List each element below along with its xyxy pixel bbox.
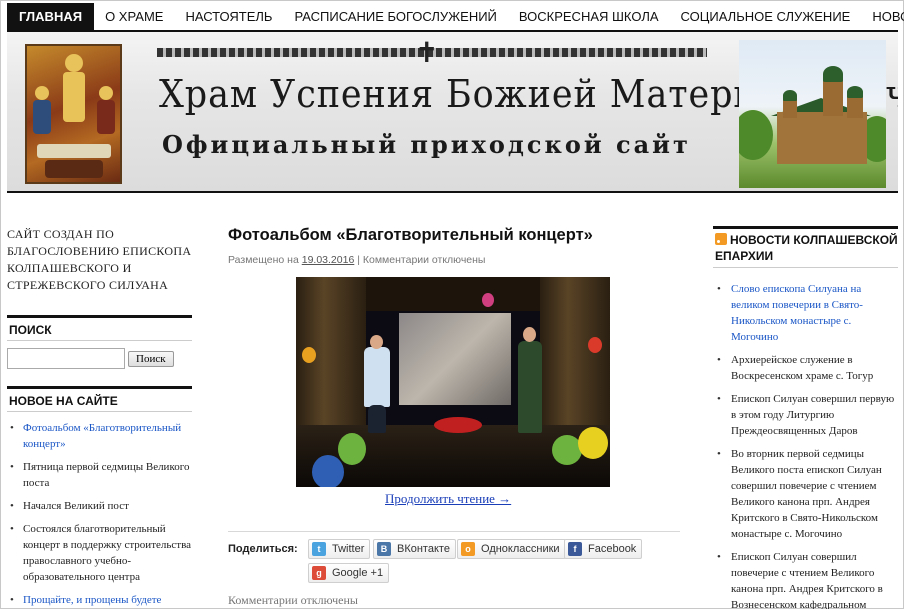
vk-icon: В <box>377 542 391 556</box>
share-vk-button[interactable]: В ВКонтакте <box>373 539 456 559</box>
meta-comments: Комментарии отключены <box>362 254 486 266</box>
cross-icon: ✝ <box>415 36 439 69</box>
balloon-shape <box>302 347 316 363</box>
tower-shape <box>823 80 843 116</box>
recent-post-link[interactable]: Прощайте, и прощены будете <box>7 592 192 608</box>
site-title: Храм Успения Божией Матери с. Бакчар <box>159 72 898 116</box>
left-sidebar: САЙТ СОЗДАН ПО БЛАГОСЛОВЕНИЮ ЕПИСКОПА КО… <box>7 226 192 609</box>
nav-item-about[interactable]: О ХРАМЕ <box>94 3 174 30</box>
post-meta: Размещено на 19.03.2016 | Комментарии от… <box>228 254 680 266</box>
nav-item-news[interactable]: НОВОСТИ <box>861 3 904 30</box>
share-google-button[interactable]: g Google +1 <box>308 563 390 583</box>
performer-head <box>370 335 383 349</box>
nav-item-sunday-school[interactable]: ВОСКРЕСНАЯ ШКОЛА <box>508 3 670 30</box>
share-twitter-button[interactable]: t Twitter <box>308 539 371 559</box>
figure-shape <box>45 160 103 178</box>
tree-shape <box>739 110 773 160</box>
recent-widget-title: НОВОЕ НА САЙТЕ <box>7 386 192 412</box>
halo-shape <box>35 86 49 100</box>
search-widget-title: ПОИСК <box>7 315 192 341</box>
share-label: Поделиться: <box>228 543 298 555</box>
share-vk-label: ВКонтакте <box>397 543 450 555</box>
concert-photo[interactable] <box>296 277 610 487</box>
halo-shape <box>65 54 83 72</box>
performer-head <box>523 327 536 342</box>
read-more-link[interactable]: Продолжить чтение → <box>385 491 511 507</box>
google-plus-icon: g <box>312 566 326 580</box>
figure-shape <box>63 72 85 122</box>
recent-post-link[interactable]: Начался Великий пост <box>7 498 192 514</box>
projection-screen <box>399 313 511 405</box>
recent-post-link[interactable]: Состоялся благотворительный концерт в по… <box>7 521 192 585</box>
nav-item-schedule[interactable]: РАСПИСАНИЕ БОГОСЛУЖЕНИЙ <box>283 3 507 30</box>
news-item-link[interactable]: Епископ Силуан совершил первую в этом го… <box>713 391 898 439</box>
right-sidebar: НОВОСТИ КОЛПАШЕВСКОЙ ЕПАРХИИ Слово еписк… <box>713 226 898 609</box>
figure-shape <box>33 100 51 134</box>
twitter-icon: t <box>312 542 326 556</box>
search-input[interactable] <box>7 348 125 369</box>
halo-shape <box>99 86 113 100</box>
news-widget-title-text: НОВОСТИ КОЛПАШЕВСКОЙ ЕПАРХИИ <box>715 233 898 263</box>
performer-shape <box>518 341 542 433</box>
balloon-shape <box>578 427 608 459</box>
curtain-shape <box>540 277 610 437</box>
news-item-link[interactable]: Во вторник первой седмицы Великого поста… <box>713 446 898 542</box>
performer-shape <box>368 405 386 433</box>
church-body-shape <box>777 112 867 164</box>
news-item-link[interactable]: Епископ Силуан совершил повечерие с чтен… <box>713 549 898 609</box>
post-title[interactable]: Фотоальбом «Благотворительный концерт» <box>228 226 680 245</box>
curtain-shape <box>366 277 540 311</box>
figure-shape <box>97 100 115 134</box>
dome-shape <box>847 86 863 98</box>
facebook-icon: f <box>568 542 582 556</box>
balloon-shape <box>588 337 602 353</box>
dome-shape <box>783 90 797 101</box>
tower-shape <box>783 100 797 118</box>
search-form: Поиск <box>7 348 192 369</box>
news-item-link[interactable]: Слово епископа Силуана на великом повече… <box>713 281 898 345</box>
comments-closed-text: Комментарии отключены <box>228 593 358 607</box>
church-photo <box>739 40 886 188</box>
share-ok-label: Одноклассники <box>481 543 560 555</box>
dormition-icon-image <box>25 44 122 184</box>
recent-posts-list: Фотоальбом «Благотворительный концерт» П… <box>7 420 192 608</box>
bed-shape <box>37 144 111 158</box>
recent-post-link[interactable]: Пятница первой седмицы Великого поста <box>7 459 192 491</box>
recent-post-link[interactable]: Фотоальбом «Благотворительный концерт» <box>7 420 192 452</box>
news-item-link[interactable]: Архиерейское служение в Воскресенском хр… <box>713 352 898 384</box>
news-widget-title[interactable]: НОВОСТИ КОЛПАШЕВСКОЙ ЕПАРХИИ <box>713 226 898 268</box>
share-facebook-label: Facebook <box>588 543 637 555</box>
performer-shape <box>364 347 390 407</box>
header-banner[interactable]: ✝ Храм Успения Божией Матери с. Бакчар О… <box>7 30 898 193</box>
main-content: Фотоальбом «Благотворительный концерт» Р… <box>228 226 680 607</box>
diocese-news-list: Слово епископа Силуана на великом повече… <box>713 281 898 609</box>
search-button[interactable]: Поиск <box>128 350 174 367</box>
site-subtitle: Официальный приходской сайт <box>162 130 691 159</box>
post-date-link[interactable]: 19.03.2016 <box>302 254 355 266</box>
tower-shape <box>847 96 863 118</box>
flowers-shape <box>434 417 482 433</box>
main-nav: ГЛАВНАЯ О ХРАМЕ НАСТОЯТЕЛЬ РАСПИСАНИЕ БО… <box>7 3 904 30</box>
balloon-shape <box>338 433 366 465</box>
share-twitter-label: Twitter <box>332 543 365 555</box>
share-divider <box>228 531 680 532</box>
balloon-shape <box>312 455 344 487</box>
nav-item-home[interactable]: ГЛАВНАЯ <box>7 3 95 30</box>
ok-icon: о <box>461 542 475 556</box>
dome-shape <box>823 66 843 82</box>
meta-prefix: Размещено на <box>228 254 299 266</box>
share-google-label: Google +1 <box>332 567 384 579</box>
nav-item-rector[interactable]: НАСТОЯТЕЛЬ <box>174 3 283 30</box>
meta-separator: | <box>357 254 360 266</box>
share-facebook-button[interactable]: f Facebook <box>564 539 643 559</box>
balloon-shape <box>482 293 494 307</box>
nav-item-social[interactable]: СОЦИАЛЬНОЕ СЛУЖЕНИЕ <box>670 3 862 30</box>
site-blessing-text: САЙТ СОЗДАН ПО БЛАГОСЛОВЕНИЮ ЕПИСКОПА КО… <box>7 227 192 292</box>
share-ok-button[interactable]: о Одноклассники <box>457 539 566 559</box>
rss-icon[interactable] <box>715 233 727 245</box>
